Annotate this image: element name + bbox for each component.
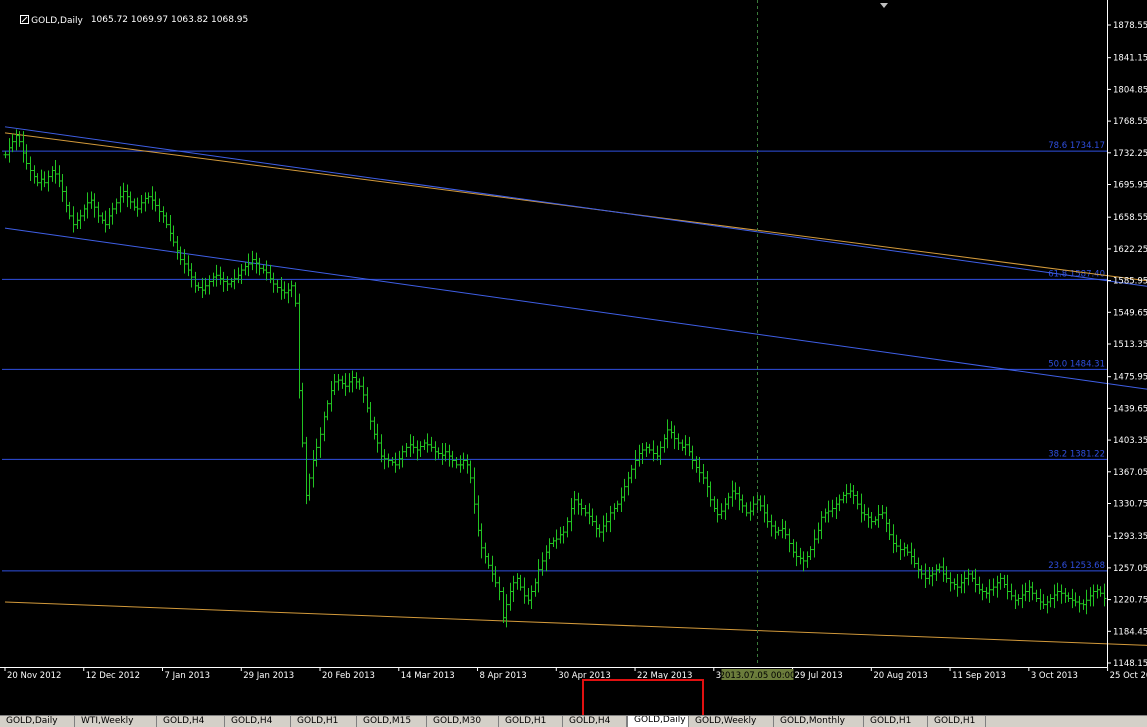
symbol-label: GOLD,Daily bbox=[3, 4, 83, 36]
chart-shift-arrow-icon[interactable] bbox=[880, 3, 888, 8]
chart-tab[interactable]: GOLD,H1 bbox=[928, 716, 986, 727]
price-tick-label: 1184.45 bbox=[1113, 627, 1147, 637]
price-tick-label: 1293.35 bbox=[1113, 532, 1147, 542]
crosshair-date-label: 2013.07.05 00:00 bbox=[720, 671, 796, 681]
chart-tab[interactable]: GOLD,H1 bbox=[864, 716, 928, 727]
price-tick-label: 1878.55 bbox=[1113, 21, 1147, 31]
time-tick-label: 12 Dec 2012 bbox=[86, 671, 140, 681]
time-tick-label: 8 Apr 2013 bbox=[480, 671, 527, 681]
chart-tab[interactable]: GOLD,H1 bbox=[291, 716, 357, 727]
chart-tab[interactable]: WTI,Weekly bbox=[75, 716, 157, 727]
chart-tab[interactable]: GOLD,H4 bbox=[157, 716, 225, 727]
price-tick-label: 1330.75 bbox=[1113, 500, 1147, 510]
price-tick-label: 1403.35 bbox=[1113, 436, 1147, 446]
price-tick-label: 1220.75 bbox=[1113, 596, 1147, 606]
price-tick-label: 1549.65 bbox=[1113, 308, 1147, 318]
chart-tab[interactable]: GOLD,M30 bbox=[427, 716, 499, 727]
price-tick-label: 1768.55 bbox=[1113, 117, 1147, 127]
time-tick-label: 14 Mar 2013 bbox=[401, 671, 455, 681]
time-tick-label: 20 Feb 2013 bbox=[322, 671, 375, 681]
chart-tab[interactable]: GOLD,Daily bbox=[0, 716, 75, 727]
fib-level-label: 38.2 1381.22 bbox=[1048, 449, 1105, 459]
price-tick-label: 1658.55 bbox=[1113, 213, 1147, 223]
time-tick-label: 7 Jan 2013 bbox=[165, 671, 211, 681]
chart-tab[interactable]: GOLD,Daily bbox=[627, 716, 689, 727]
fib-level-label: 23.6 1253.68 bbox=[1048, 561, 1105, 571]
price-tick-label: 1804.85 bbox=[1113, 85, 1147, 95]
fib-level-label: 78.6 1734.17 bbox=[1048, 141, 1105, 151]
price-chart[interactable]: 78.6 1734.1761.8 1587.4050.0 1484.3138.2… bbox=[0, 0, 1147, 715]
price-tick-label: 1367.05 bbox=[1113, 468, 1147, 478]
chart-tabs-bar: GOLD,Daily WTI,Weekly GOLD,H4 GOLD,H4 GOLD,H… bbox=[0, 715, 1147, 727]
price-tick-label: 1622.25 bbox=[1113, 245, 1147, 255]
time-tick-label: 25 Oct 2013 bbox=[1110, 671, 1147, 681]
price-tick-label: 1732.25 bbox=[1113, 149, 1147, 159]
price-tick-label: 1585.95 bbox=[1113, 277, 1147, 287]
chart-window[interactable]: 78.6 1734.17 61.8 1587.40 50.0 1484.31 38.2… bbox=[0, 0, 1147, 715]
price-tick-label: 1513.35 bbox=[1113, 340, 1147, 350]
time-tick-label: 20 Aug 2013 bbox=[873, 671, 927, 681]
chart-tab[interactable]: GOLD,Monthly bbox=[774, 716, 864, 727]
time-tick-label: 20 Nov 2012 bbox=[7, 671, 61, 681]
time-tick-label: 29 Jan 2013 bbox=[243, 671, 294, 681]
price-tick-label: 1257.05 bbox=[1113, 564, 1147, 574]
chart-tab[interactable]: GOLD,M15 bbox=[357, 716, 427, 727]
price-tick-label: 1841.15 bbox=[1113, 54, 1147, 64]
time-tick-label: 29 Jul 2013 bbox=[795, 671, 843, 681]
chart-tab[interactable]: GOLD,H4 bbox=[563, 716, 627, 727]
chart-tab[interactable]: GOLD,Weekly bbox=[689, 716, 774, 727]
price-tick-label: 1695.95 bbox=[1113, 181, 1147, 191]
price-tick-label: 1148.15 bbox=[1113, 659, 1147, 669]
ohlc-values: 1065.72 1069.97 1063.82 1068.95 bbox=[90, 15, 249, 25]
price-tick-label: 1475.95 bbox=[1113, 373, 1147, 383]
chart-tab[interactable]: GOLD,H4 bbox=[225, 716, 291, 727]
price-tick-label: 1439.65 bbox=[1113, 404, 1147, 414]
chart-symbol-icon bbox=[20, 15, 30, 24]
chart-header: GOLD,Daily 1065.72 1069.97 1063.82 1068.… bbox=[3, 4, 248, 36]
chart-tab[interactable]: GOLD,H1 bbox=[499, 716, 563, 727]
fib-level-label: 50.0 1484.31 bbox=[1048, 359, 1105, 369]
symbol-timeframe: GOLD,Daily bbox=[31, 16, 83, 26]
time-tick-label: 11 Sep 2013 bbox=[952, 671, 1006, 681]
time-tick-label: 3 Oct 2013 bbox=[1031, 671, 1078, 681]
